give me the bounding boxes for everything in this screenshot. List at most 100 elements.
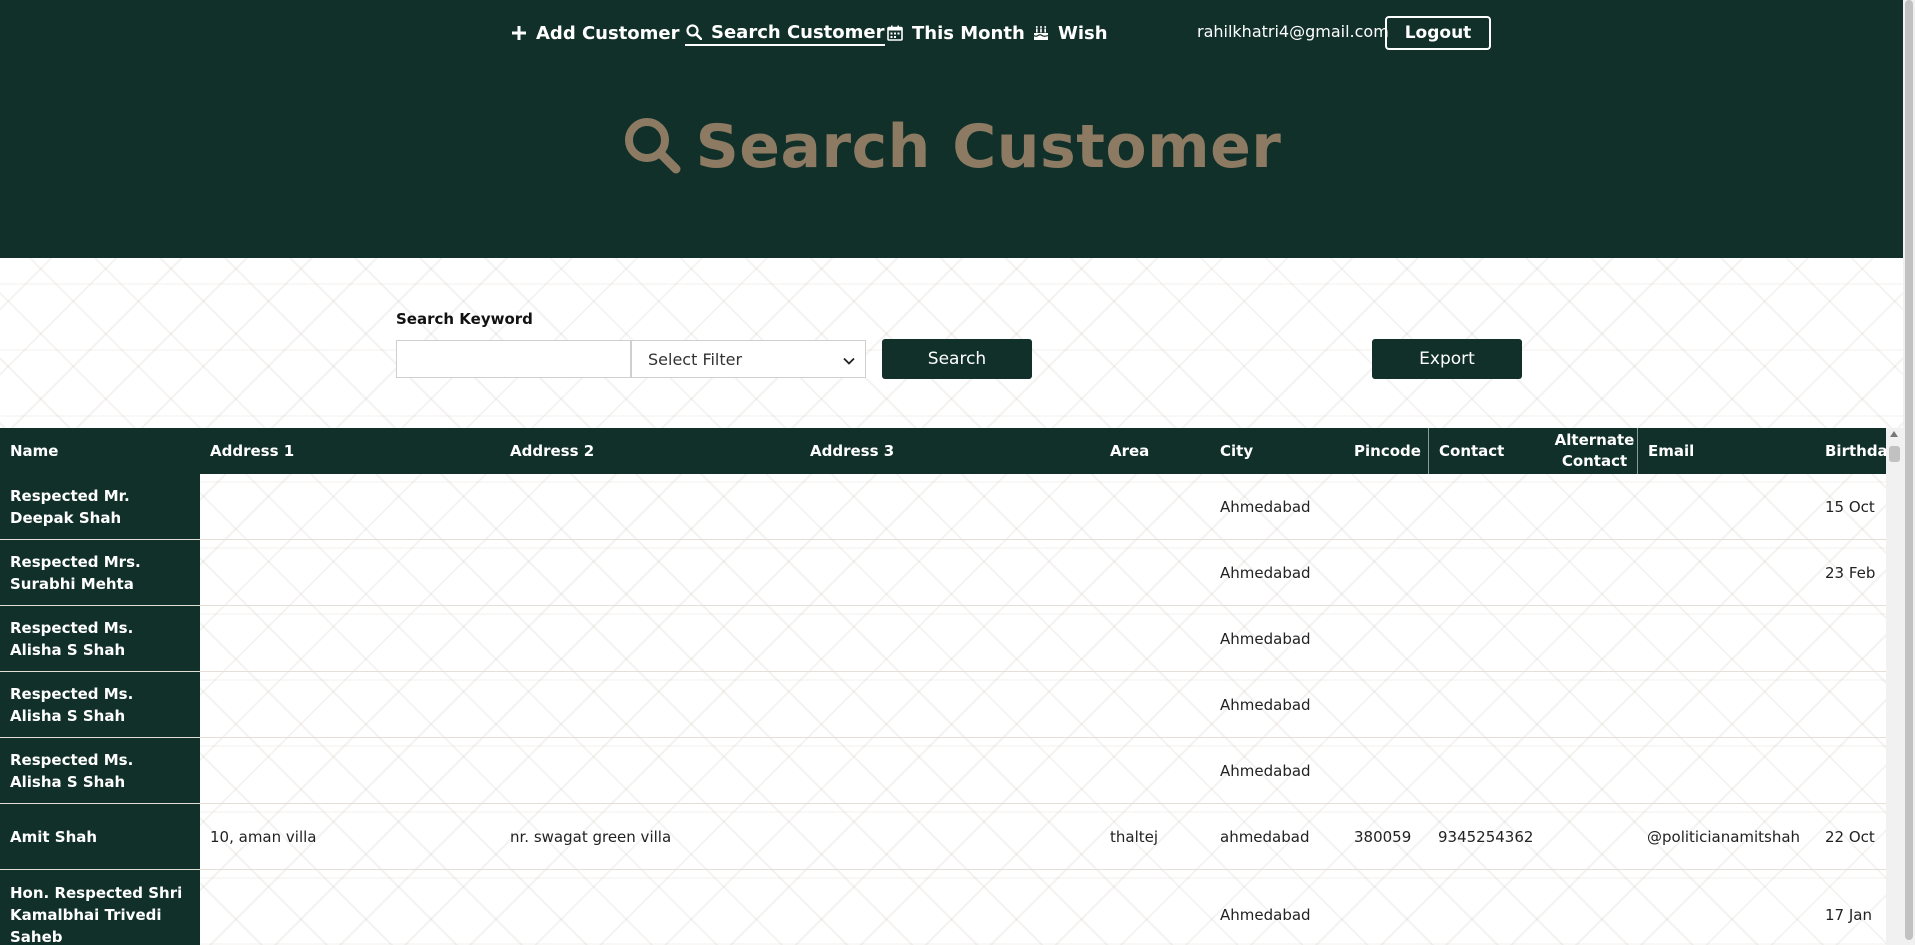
cell-birthday: 15 Oct (1825, 497, 1875, 516)
cell-address3 (800, 672, 1100, 737)
birthday-cake-icon (1032, 24, 1050, 42)
cell-email: @politicianamitshah (1647, 827, 1801, 846)
chevron-down-icon (843, 350, 855, 369)
cell-email (1637, 738, 1815, 803)
nav-this-month-label: This Month (912, 22, 1025, 44)
cell-address2 (500, 606, 800, 671)
nav-search-customer-label: Search Customer (711, 21, 885, 43)
cell-city: Ahmedabad (1220, 905, 1311, 924)
cell-address3 (800, 804, 1100, 869)
cell-address3 (800, 870, 1100, 945)
table-row[interactable]: Respected Mr. Deepak Shah Ahmedabad 15 Oct (0, 474, 1886, 540)
column-header-city[interactable]: City (1210, 428, 1344, 474)
export-button[interactable]: Export (1372, 339, 1522, 379)
page-scrollbar-thumb[interactable] (1905, 0, 1913, 940)
column-header-area[interactable]: Area (1100, 428, 1210, 474)
cell-alt-contact (1540, 870, 1637, 945)
cell-address2 (500, 738, 800, 803)
column-header-email[interactable]: Email (1637, 428, 1815, 474)
column-header-address1[interactable]: Address 1 (200, 428, 500, 474)
table-scrollbar[interactable] (1886, 428, 1903, 945)
cell-alt-contact (1540, 804, 1637, 869)
search-button[interactable]: Search (882, 339, 1032, 379)
search-keyword-input[interactable] (396, 340, 631, 378)
cell-birthday: 22 Oct (1825, 827, 1875, 846)
cell-area (1100, 606, 1210, 671)
hero-heading: Search Customer (0, 112, 1903, 182)
cell-pincode: 380059 (1354, 827, 1412, 846)
page-scrollbar[interactable] (1903, 0, 1915, 945)
nav-wish-label: Wish (1058, 22, 1108, 44)
cell-area (1100, 672, 1210, 737)
table-header: Name Address 1 Address 2 Address 3 Area … (0, 428, 1886, 474)
cell-area: thaltej (1110, 827, 1159, 846)
cell-city: ahmedabad (1220, 827, 1310, 846)
cell-address1 (200, 474, 500, 539)
cell-birthday (1815, 738, 1886, 803)
column-header-birthday[interactable]: Birthday (1815, 428, 1886, 474)
cell-address2 (500, 870, 800, 945)
cell-alt-contact (1540, 672, 1637, 737)
cell-contact (1428, 672, 1540, 737)
cell-address1: 10, aman villa (210, 827, 317, 846)
nav-this-month[interactable]: This Month (886, 20, 1025, 46)
cell-city: Ahmedabad (1220, 761, 1311, 780)
cell-contact (1428, 870, 1540, 945)
cell-email (1637, 672, 1815, 737)
cell-name: Amit Shah (10, 827, 98, 846)
cell-email (1637, 540, 1815, 605)
logout-button[interactable]: Logout (1385, 16, 1491, 50)
column-header-address2[interactable]: Address 2 (500, 428, 800, 474)
cell-address2 (500, 540, 800, 605)
cell-alt-contact (1540, 606, 1637, 671)
column-header-address3[interactable]: Address 3 (800, 428, 1100, 474)
cell-email (1637, 606, 1815, 671)
cell-area (1100, 738, 1210, 803)
cell-alt-contact (1540, 474, 1637, 539)
cell-name: Respected Ms. Alisha S Shah (10, 684, 134, 725)
scroll-up-arrow-icon[interactable] (1890, 431, 1898, 437)
cell-birthday (1815, 606, 1886, 671)
table-row[interactable]: Respected Ms. Alisha S Shah Ahmedabad (0, 738, 1886, 804)
nav-wish[interactable]: Wish (1032, 20, 1108, 46)
filter-select[interactable]: Select Filter (631, 340, 866, 378)
nav-search-customer[interactable]: Search Customer (685, 20, 885, 46)
cell-birthday: 23 Feb (1825, 563, 1876, 582)
column-header-name[interactable]: Name (0, 428, 200, 474)
cell-alt-contact (1540, 540, 1637, 605)
cell-pincode (1344, 606, 1428, 671)
customer-table: Name Address 1 Address 2 Address 3 Area … (0, 428, 1886, 945)
table-row[interactable]: Amit Shah 10, aman villa nr. swagat green … (0, 804, 1886, 870)
column-header-alternate-contact[interactable]: Alternate Contact (1540, 428, 1637, 474)
column-header-pincode[interactable]: Pincode (1344, 428, 1428, 474)
cell-address3 (800, 474, 1100, 539)
cell-address1 (200, 540, 500, 605)
cell-birthday (1815, 672, 1886, 737)
cell-city: Ahmedabad (1220, 497, 1311, 516)
cell-name: Respected Mrs. Surabhi Mehta (10, 552, 141, 593)
cell-city: Ahmedabad (1220, 563, 1311, 582)
cell-contact (1428, 738, 1540, 803)
table-row[interactable]: Respected Ms. Alisha S Shah Ahmedabad (0, 672, 1886, 738)
page-title: Search Customer (695, 112, 1282, 182)
cell-contact (1428, 606, 1540, 671)
table-scrollbar-thumb[interactable] (1889, 446, 1900, 462)
table-row[interactable]: Respected Ms. Alisha S Shah Ahmedabad (0, 606, 1886, 672)
table-row[interactable]: Respected Mrs. Surabhi Mehta Ahmedabad 23 … (0, 540, 1886, 606)
cell-name: Respected Ms. Alisha S Shah (10, 750, 134, 791)
cell-area (1100, 474, 1210, 539)
filter-select-value: Select Filter (648, 349, 743, 369)
cell-name: Hon. Respected Shri Kamalbhai Trivedi Sa… (10, 883, 183, 945)
nav-add-customer[interactable]: Add Customer (510, 20, 680, 46)
cell-address2 (500, 672, 800, 737)
cell-area (1100, 870, 1210, 945)
cell-contact: 9345254362 (1438, 827, 1534, 846)
column-header-contact[interactable]: Contact (1428, 428, 1540, 474)
user-email: rahilkhatri4@gmail.com (1197, 22, 1389, 41)
cell-address1 (200, 606, 500, 671)
cell-email (1637, 474, 1815, 539)
table-row[interactable]: Hon. Respected Shri Kamalbhai Trivedi Sa… (0, 870, 1886, 945)
cell-address2: nr. swagat green villa (510, 827, 672, 846)
plus-icon (510, 24, 528, 42)
cell-city: Ahmedabad (1220, 629, 1311, 648)
